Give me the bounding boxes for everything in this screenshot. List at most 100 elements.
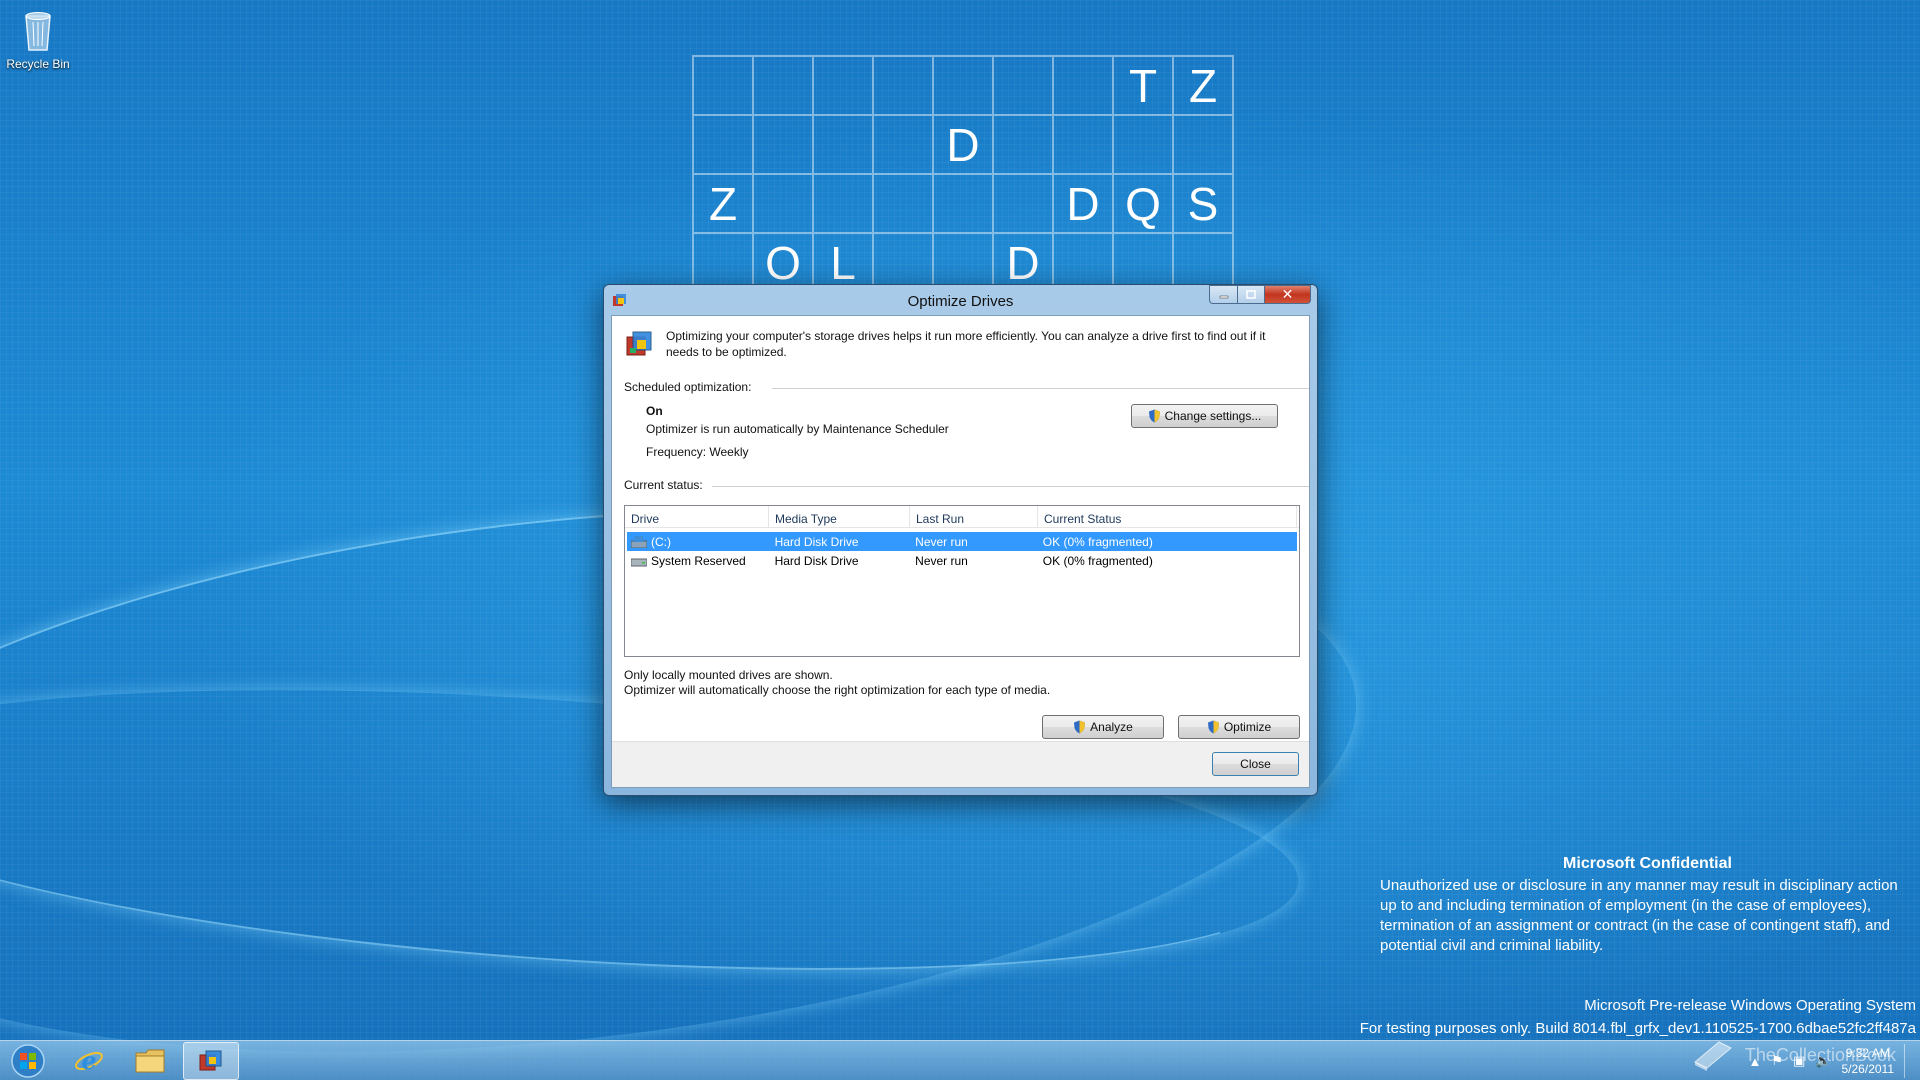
letter-grid-cell [694, 57, 754, 116]
letter-grid-cell: Z [1174, 57, 1234, 116]
letter-grid-cell [874, 175, 934, 234]
hard-drive-icon [631, 558, 647, 566]
letter-grid-cell: D [1054, 175, 1114, 234]
section-divider [772, 388, 1309, 389]
letter-grid-cell [994, 57, 1054, 116]
letter-grid-cell [874, 116, 934, 175]
last-run-cell: Never run [915, 553, 968, 568]
recycle-bin-label: Recycle Bin [6, 57, 70, 71]
letter-grid-cell [1114, 116, 1174, 175]
letter-grid-cell [754, 57, 814, 116]
defrag-app-icon [199, 1050, 222, 1071]
letter-grid-cell [1054, 57, 1114, 116]
schedule-description: Optimizer is run automatically by Mainte… [646, 422, 949, 436]
clock-time: 9:32 AM [1845, 1046, 1890, 1060]
drive-name: System Reserved [651, 553, 746, 568]
taskbar-internet-explorer[interactable]: e [61, 1042, 117, 1080]
optimize-button[interactable]: Optimize [1178, 715, 1300, 739]
dialog-body: Optimizing your computer's storage drive… [611, 315, 1310, 788]
folder-icon [135, 1049, 165, 1073]
minimize-icon [1219, 295, 1228, 298]
letter-grid-cell [1174, 116, 1234, 175]
confidential-text: Unauthorized use or disclosure in any ma… [1380, 877, 1898, 954]
media-type-cell: Hard Disk Drive [774, 534, 859, 549]
caption-buttons: ✕ [1209, 285, 1311, 304]
confidential-notice: Microsoft Confidential Unauthorized use … [1380, 854, 1915, 956]
confidential-title: Microsoft Confidential [1563, 855, 1732, 872]
dialog-footer: Close [612, 741, 1309, 787]
letter-grid-cell [694, 116, 754, 175]
table-row[interactable]: (C:) Hard Disk Drive Never run OK (0% fr… [627, 532, 1297, 551]
letter-grid-cell [874, 57, 934, 116]
section-divider [712, 486, 1309, 487]
letter-grid-cell [934, 175, 994, 234]
letter-grid-cell [1054, 116, 1114, 175]
build-line-1: Microsoft Pre-release Windows Operating … [1584, 997, 1916, 1014]
uac-shield-icon [1148, 409, 1160, 423]
show-desktop-button[interactable] [1904, 1044, 1914, 1078]
drives-table: Drive Media Type Last Run Current Status… [624, 505, 1300, 657]
analyze-button[interactable]: Analyze [1042, 715, 1164, 739]
status-cell: OK (0% fragmented) [1042, 553, 1153, 568]
title-bar[interactable]: Optimize Drives ✕ [604, 285, 1317, 315]
action-center-flag-icon[interactable]: ⚑ [1771, 1053, 1783, 1069]
show-hidden-icons-icon[interactable]: ▲ [1748, 1054, 1761, 1069]
network-icon[interactable]: ▣ [1793, 1053, 1805, 1069]
letter-grid: TZDZDQSOLD [692, 55, 1234, 293]
letter-grid-cell [754, 175, 814, 234]
column-header-drive[interactable]: Drive [625, 506, 769, 527]
letter-grid-cell: S [1174, 175, 1234, 234]
clock[interactable]: 9:32 AM 5/26/2011 [1842, 1045, 1895, 1077]
internet-explorer-icon: e [75, 1046, 103, 1075]
system-tray: ▲ ⚑ ▣ 🔈 9:32 AM 5/26/2011 [1748, 1044, 1914, 1078]
table-row[interactable]: System Reserved Hard Disk Drive Never ru… [627, 551, 1297, 570]
start-button[interactable] [0, 1042, 56, 1080]
svg-text:e: e [81, 1046, 96, 1075]
close-window-button[interactable]: ✕ [1264, 285, 1311, 304]
optimizer-note: Optimizer will automatically choose the … [624, 683, 1051, 697]
uac-shield-icon [1207, 720, 1219, 734]
letter-grid-cell: Q [1114, 175, 1174, 234]
column-header-last-run[interactable]: Last Run [910, 506, 1038, 527]
letter-grid-cell [754, 116, 814, 175]
minimize-button[interactable] [1209, 285, 1237, 304]
table-header: Drive Media Type Last Run Current Status [625, 506, 1299, 528]
close-label: Close [1240, 757, 1271, 771]
column-header-media-type[interactable]: Media Type [769, 506, 910, 527]
maximize-button[interactable] [1237, 285, 1264, 304]
taskbar-optimize-drives[interactable] [183, 1042, 239, 1080]
letter-grid-cell [994, 116, 1054, 175]
change-settings-label: Change settings... [1164, 409, 1262, 423]
maximize-icon [1246, 290, 1256, 299]
windows-start-icon [11, 1044, 45, 1078]
analyze-label: Analyze [1090, 720, 1133, 734]
drive-cell: (C:) [627, 535, 771, 549]
letter-grid-cell [814, 57, 874, 116]
letter-grid-cell [934, 57, 994, 116]
intro-text: Optimizing your computer's storage drive… [666, 329, 1266, 359]
build-line-2: For testing purposes only. Build 8014.fb… [1359, 1020, 1916, 1037]
change-settings-button[interactable]: Change settings... [1131, 404, 1278, 428]
letter-grid-cell: D [934, 116, 994, 175]
clock-date: 5/26/2011 [1841, 1062, 1895, 1076]
recycle-bin-icon [25, 12, 51, 51]
schedule-state: On [646, 404, 663, 418]
recycle-bin[interactable]: Recycle Bin [4, 6, 72, 71]
taskbar-file-explorer[interactable] [122, 1042, 178, 1080]
close-button[interactable]: Close [1212, 752, 1299, 776]
uac-shield-icon [1074, 720, 1086, 734]
letter-grid-cell: Z [694, 175, 754, 234]
intro-section: Optimizing your computer's storage drive… [624, 328, 1297, 360]
volume-icon[interactable]: 🔈 [1815, 1053, 1831, 1069]
column-header-current-status[interactable]: Current Status [1038, 506, 1297, 527]
current-status-label: Current status: [624, 478, 703, 492]
defrag-large-icon [626, 331, 652, 356]
media-type-cell: Hard Disk Drive [774, 553, 859, 568]
letter-grid-cell [814, 175, 874, 234]
book-icon [1693, 1041, 1732, 1071]
letter-grid-cell: T [1114, 57, 1174, 116]
optimize-label: Optimize [1223, 720, 1272, 734]
mounted-drives-note: Only locally mounted drives are shown. [624, 668, 833, 682]
schedule-frequency: Frequency: Weekly [646, 445, 749, 459]
status-cell: OK (0% fragmented) [1042, 534, 1153, 549]
